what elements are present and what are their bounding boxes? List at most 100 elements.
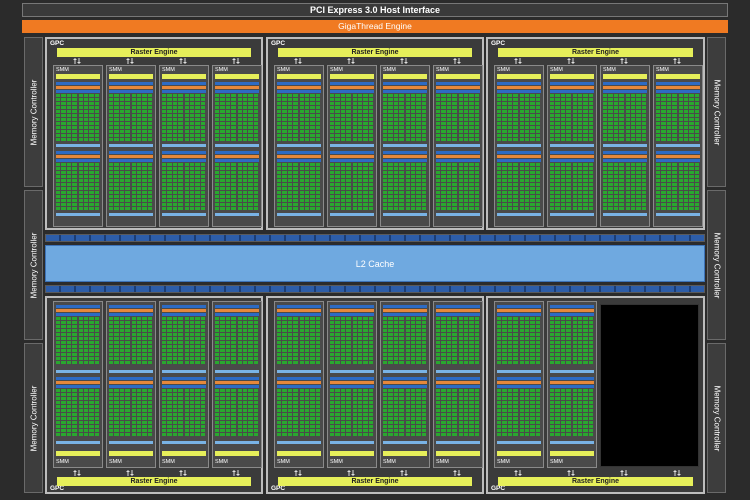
cuda-core — [399, 191, 404, 194]
load-store-unit — [656, 213, 700, 216]
cuda-core — [694, 187, 699, 190]
cuda-core — [388, 357, 393, 360]
cuda-core — [519, 329, 524, 332]
cuda-core — [625, 106, 630, 109]
cuda-core — [184, 207, 189, 210]
cuda-core — [162, 134, 167, 137]
cuda-core — [89, 199, 94, 202]
cuda-core — [215, 134, 220, 137]
cuda-core — [463, 424, 469, 428]
cuda-core — [200, 179, 205, 182]
dispatch-unit — [550, 309, 594, 312]
cuda-core — [535, 118, 540, 121]
load-store-unit — [550, 441, 594, 444]
cuda-core — [588, 163, 593, 166]
register-file — [436, 151, 480, 154]
cuda-core — [330, 404, 335, 408]
cuda-core — [368, 400, 373, 404]
cuda-core — [184, 122, 189, 125]
cuda-core — [683, 126, 689, 129]
cuda-core — [410, 388, 416, 392]
cuda-core — [421, 353, 426, 356]
cuda-core — [694, 134, 699, 137]
cuda-core — [61, 114, 66, 117]
cuda-core — [572, 191, 577, 194]
cuda-core — [550, 110, 555, 113]
cuda-core — [340, 321, 346, 324]
cuda-core — [335, 114, 340, 117]
memory-controller-label: Memory Controller — [712, 385, 722, 451]
cuda-core — [507, 392, 513, 396]
cuda-core — [315, 321, 320, 324]
cuda-core — [625, 110, 630, 113]
cuda-core — [416, 102, 421, 105]
cuda-core — [363, 329, 368, 332]
smm-instruction-cache — [497, 451, 541, 456]
cuda-core — [83, 349, 89, 352]
cuda-core — [253, 126, 258, 129]
cuda-core — [636, 130, 641, 133]
cuda-core — [114, 138, 119, 141]
cuda-core — [630, 130, 636, 133]
cuda-core — [178, 388, 183, 392]
cuda-core — [215, 424, 220, 428]
cuda-core — [66, 134, 72, 137]
cuda-core — [89, 400, 94, 404]
cuda-core — [109, 349, 114, 352]
cuda-core — [555, 130, 560, 133]
cuda-core — [61, 207, 66, 210]
cuda-core — [405, 345, 410, 348]
cuda-core — [572, 428, 577, 432]
cuda-core — [416, 353, 421, 356]
cuda-core — [172, 126, 178, 129]
cuda-core — [410, 175, 416, 178]
cuda-core — [147, 191, 152, 194]
cuda-core — [109, 134, 114, 137]
cuda-core — [304, 388, 310, 392]
cuda-core — [416, 175, 421, 178]
cuda-core — [572, 325, 577, 328]
cuda-core — [220, 94, 225, 97]
load-store-unit — [330, 441, 374, 444]
cuda-core — [588, 106, 593, 109]
cuda-core — [613, 179, 619, 182]
cuda-core — [78, 94, 83, 97]
cuda-core — [583, 329, 588, 332]
cuda-core — [502, 353, 507, 356]
cuda-core — [572, 167, 577, 170]
cuda-core — [446, 98, 452, 101]
cuda-core — [463, 183, 469, 186]
cuda-core — [608, 122, 613, 125]
cuda-core — [550, 357, 555, 360]
cuda-core — [399, 102, 404, 105]
register-file — [56, 82, 100, 85]
cuda-core — [335, 432, 340, 436]
register-file — [497, 90, 541, 93]
cuda-core — [330, 353, 335, 356]
cuda-core — [577, 203, 583, 206]
cuda-core — [497, 183, 502, 186]
cuda-core — [109, 329, 114, 332]
cuda-core — [555, 341, 560, 344]
cuda-core — [383, 432, 388, 436]
cuda-core — [405, 183, 410, 186]
cuda-core — [410, 361, 416, 364]
cuda-core — [167, 396, 172, 400]
cuda-core — [94, 102, 99, 105]
cuda-core — [530, 110, 535, 113]
cuda-core — [636, 118, 641, 121]
cuda-core — [89, 122, 94, 125]
cuda-core — [287, 357, 293, 360]
cuda-core — [184, 171, 189, 174]
cuda-core — [519, 400, 524, 404]
cuda-core — [56, 408, 61, 412]
cuda-core — [253, 114, 258, 117]
cuda-core — [641, 126, 646, 129]
cuda-core — [119, 187, 125, 190]
cuda-core — [446, 114, 452, 117]
cuda-core — [310, 341, 315, 344]
cuda-core — [619, 167, 624, 170]
cuda-core — [577, 361, 583, 364]
cuda-core — [507, 412, 513, 416]
cuda-core — [357, 138, 363, 141]
